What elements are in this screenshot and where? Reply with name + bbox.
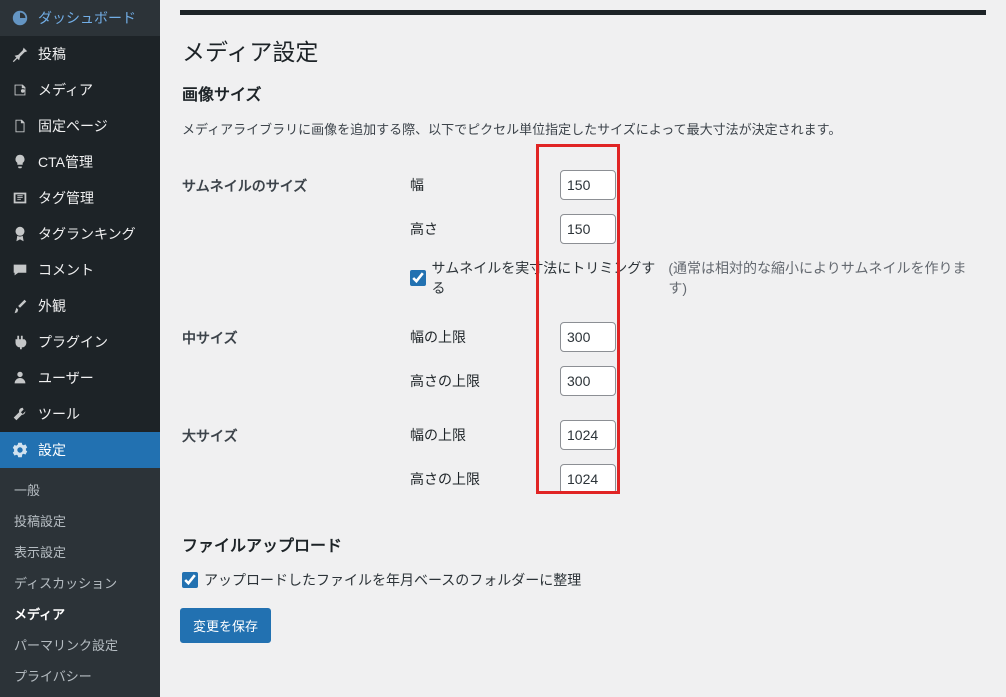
upload-organize-label: アップロードしたファイルを年月ベースのフォルダーに整理 xyxy=(204,570,581,590)
upload-heading: ファイルアップロード xyxy=(182,532,986,556)
medium-row-label: 中サイズ xyxy=(180,310,400,408)
submenu-writing[interactable]: 投稿設定 xyxy=(0,505,160,536)
comment-icon xyxy=(10,260,30,280)
sidebar-item-users[interactable]: ユーザー xyxy=(0,360,160,396)
submenu-discussion[interactable]: ディスカッション xyxy=(0,567,160,598)
sidebar-item-settings[interactable]: 設定 xyxy=(0,432,160,468)
upload-organize-checkbox[interactable] xyxy=(182,572,198,588)
page-title: メディア設定 xyxy=(182,33,986,67)
large-height-label: 高さの上限 xyxy=(410,469,560,489)
thumbnail-width-input[interactable] xyxy=(560,170,616,200)
sidebar-item-label: メディア xyxy=(38,80,93,100)
thumbnail-crop-hint: (通常は相対的な縮小によりサムネイルを作ります) xyxy=(668,258,976,298)
sidebar-item-cta[interactable]: CTA管理 xyxy=(0,144,160,180)
sidebar-item-label: ダッシュボード xyxy=(38,8,136,28)
sidebar-item-label: 投稿 xyxy=(38,44,66,64)
submenu-general[interactable]: 一般 xyxy=(0,474,160,505)
page-icon xyxy=(10,116,30,136)
main-content: メディア設定 画像サイズ メディアライブラリに画像を追加する際、以下でピクセル単… xyxy=(160,0,1006,693)
sidebar-item-plugins[interactable]: プラグイン xyxy=(0,324,160,360)
user-icon xyxy=(10,368,30,388)
plugin-icon xyxy=(10,332,30,352)
sidebar-item-label: 設定 xyxy=(38,440,66,460)
medium-width-label: 幅の上限 xyxy=(410,327,560,347)
award-icon xyxy=(10,224,30,244)
sidebar-item-media[interactable]: メディア xyxy=(0,72,160,108)
sidebar-item-posts[interactable]: 投稿 xyxy=(0,36,160,72)
media-icon xyxy=(10,80,30,100)
thumbnail-height-input[interactable] xyxy=(560,214,616,244)
medium-width-input[interactable] xyxy=(560,322,616,352)
thumbnail-crop-checkbox[interactable] xyxy=(410,270,426,286)
sidebar-item-tools[interactable]: ツール xyxy=(0,396,160,432)
save-button[interactable]: 変更を保存 xyxy=(180,608,271,643)
large-row-label: 大サイズ xyxy=(180,408,400,506)
sidebar-item-label: 外観 xyxy=(38,296,66,316)
submenu-reading[interactable]: 表示設定 xyxy=(0,536,160,567)
sidebar-item-label: タグランキング xyxy=(38,224,136,244)
sidebar-item-label: コメント xyxy=(38,260,94,280)
settings-submenu: 一般 投稿設定 表示設定 ディスカッション メディア パーマリンク設定 プライバ… xyxy=(0,468,160,697)
sidebar-item-label: ユーザー xyxy=(38,368,94,388)
submenu-media[interactable]: メディア xyxy=(0,598,160,629)
sidebar-item-dashboard[interactable]: ダッシュボード xyxy=(0,0,160,36)
sidebar-item-label: ツール xyxy=(38,404,80,424)
sidebar-item-label: 固定ページ xyxy=(38,116,108,136)
sidebar-item-label: CTA管理 xyxy=(38,152,93,172)
sidebar-item-label: タグ管理 xyxy=(38,188,94,208)
sidebar-item-appearance[interactable]: 外観 xyxy=(0,288,160,324)
sidebar-item-tags[interactable]: タグ管理 xyxy=(0,180,160,216)
tool-icon xyxy=(10,404,30,424)
large-width-label: 幅の上限 xyxy=(410,425,560,445)
settings-icon xyxy=(10,440,30,460)
submenu-privacy[interactable]: プライバシー xyxy=(0,660,160,691)
thumbnail-height-label: 高さ xyxy=(410,219,560,239)
large-width-input[interactable] xyxy=(560,420,616,450)
submenu-permalink[interactable]: パーマリンク設定 xyxy=(0,629,160,660)
sidebar-item-tag-ranking[interactable]: タグランキング xyxy=(0,216,160,252)
brush-icon xyxy=(10,296,30,316)
thumbnail-row-label: サムネイルのサイズ xyxy=(180,158,400,310)
large-height-input[interactable] xyxy=(560,464,616,494)
sidebar-item-label: プラグイン xyxy=(38,332,108,352)
sidebar-item-comments[interactable]: コメント xyxy=(0,252,160,288)
medium-height-input[interactable] xyxy=(560,366,616,396)
sidebar-item-pages[interactable]: 固定ページ xyxy=(0,108,160,144)
image-sizes-heading: 画像サイズ xyxy=(182,81,986,105)
tag-icon xyxy=(10,188,30,208)
medium-height-label: 高さの上限 xyxy=(410,371,560,391)
admin-sidebar: ダッシュボード 投稿 メディア 固定ページ CTA管理 タグ管理 xyxy=(0,0,160,693)
image-sizes-table: サムネイルのサイズ 幅 高さ サムネイルを実寸法にトリミングする (通常は相対的… xyxy=(180,158,986,506)
admin-bar xyxy=(180,10,986,15)
thumbnail-crop-label: サムネイルを実寸法にトリミングする xyxy=(432,258,663,298)
dashboard-icon xyxy=(10,8,30,28)
image-sizes-desc: メディアライブラリに画像を追加する際、以下でピクセル単位指定したサイズによって最… xyxy=(182,119,986,138)
bulb-icon xyxy=(10,152,30,172)
thumbnail-width-label: 幅 xyxy=(410,175,560,195)
pin-icon xyxy=(10,44,30,64)
